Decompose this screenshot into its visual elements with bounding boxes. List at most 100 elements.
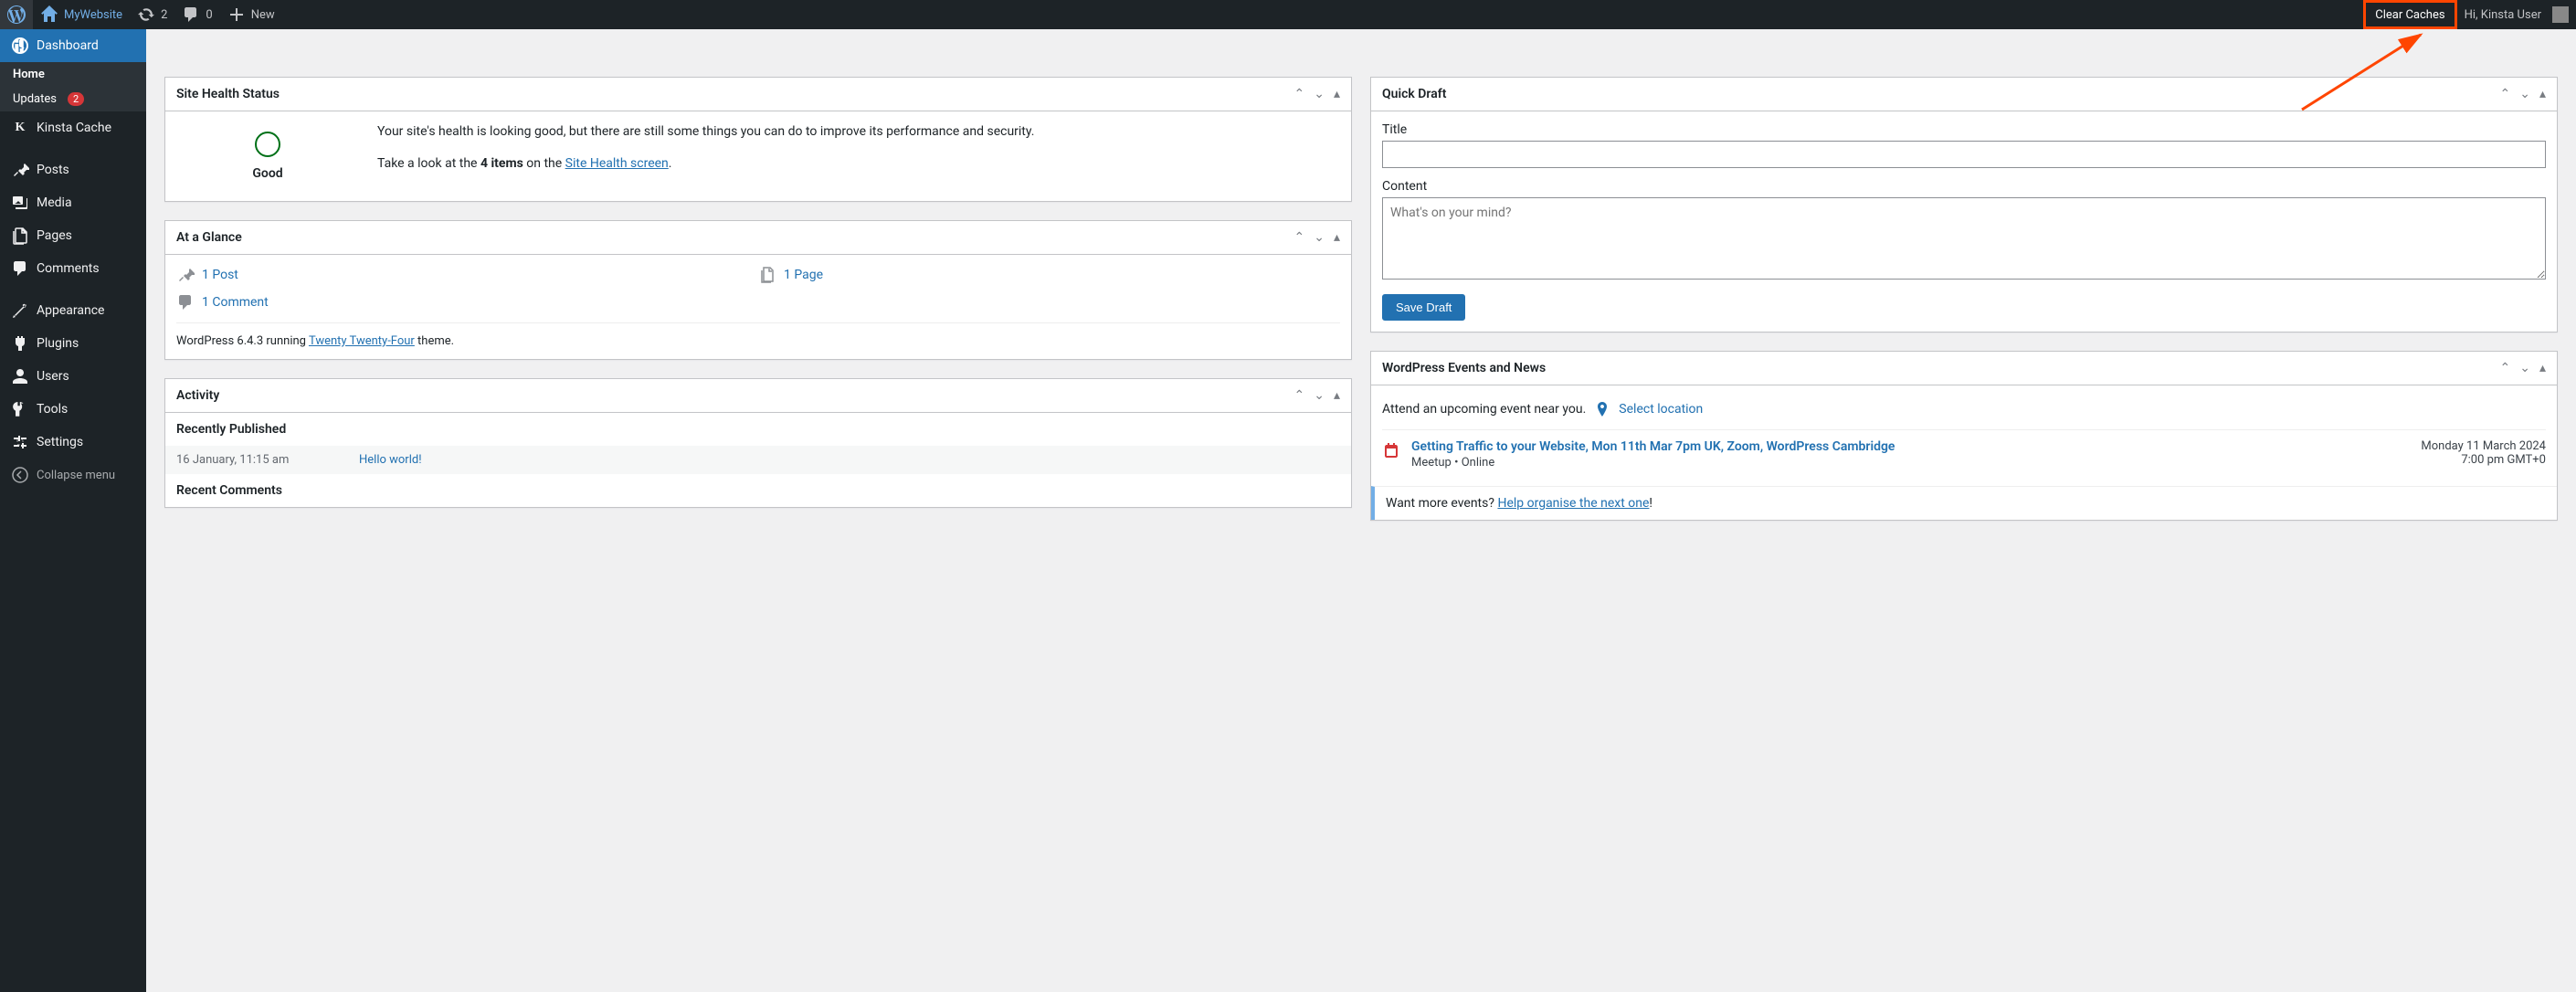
sidebar-item-appearance[interactable]: Appearance [0, 294, 146, 327]
sidebar-kinsta-label: Kinsta Cache [37, 121, 111, 135]
dashboard-submenu: Home Updates 2 [0, 62, 146, 111]
sidebar-pages-label: Pages [37, 228, 72, 243]
draft-content-label: Content [1382, 179, 2546, 194]
posts-count-link[interactable]: 1 Post [202, 268, 238, 282]
sidebar-item-home[interactable]: Home [0, 62, 146, 87]
chevron-down-icon[interactable]: ⌄ [1314, 230, 1325, 245]
admin-sidebar: Dashboard Home Updates 2 K Kinsta Cache … [0, 29, 146, 992]
chevron-up-icon[interactable]: ⌃ [2500, 87, 2511, 101]
sidebar-item-settings[interactable]: Settings [0, 426, 146, 459]
event-time: 7:00 pm GMT+0 [2421, 453, 2546, 467]
at-a-glance-widget: At a Glance ⌃ ⌄ ▴ 1 Post [164, 220, 1352, 360]
site-name-link[interactable]: MyWebsite [33, 0, 130, 29]
media-icon [11, 194, 29, 212]
activity-post-date: 16 January, 11:15 am [176, 453, 322, 467]
collapse-icon [11, 466, 29, 484]
chevron-down-icon[interactable]: ⌄ [1314, 388, 1325, 403]
comments-count: 0 [206, 8, 212, 22]
draft-title-label: Title [1382, 122, 2546, 137]
home-icon [40, 5, 58, 24]
chevron-up-icon[interactable]: ⌃ [2500, 361, 2511, 375]
my-account-link[interactable]: Hi, Kinsta User [2457, 0, 2576, 29]
chevron-up-icon[interactable]: ⌃ [1294, 230, 1305, 245]
sidebar-home-label: Home [13, 68, 45, 81]
new-label: New [251, 8, 275, 22]
activity-post-link[interactable]: Hello world! [359, 453, 422, 467]
chevron-up-icon[interactable]: ⌃ [1294, 87, 1305, 101]
plugins-icon [11, 334, 29, 353]
sidebar-posts-label: Posts [37, 163, 69, 177]
collapse-label: Collapse menu [37, 469, 115, 482]
sidebar-plugins-label: Plugins [37, 336, 79, 351]
appearance-icon [11, 301, 29, 320]
events-footer: Want more events? Help organise the next… [1371, 486, 2557, 520]
chevron-down-icon[interactable]: ⌄ [1314, 87, 1325, 101]
health-items-text: Take a look at the 4 items on the Site H… [377, 154, 1340, 174]
users-icon [11, 367, 29, 385]
chevron-down-icon[interactable]: ⌄ [2519, 361, 2530, 375]
dashboard-icon [11, 37, 29, 55]
sidebar-item-comments[interactable]: Comments [0, 252, 146, 285]
event-title-link[interactable]: Getting Traffic to your Website, Mon 11t… [1411, 439, 2410, 454]
new-content-link[interactable]: New [220, 0, 282, 29]
page-icon [758, 266, 776, 284]
site-health-screen-link[interactable]: Site Health screen [565, 156, 669, 171]
site-health-widget: Site Health Status ⌃ ⌄ ▴ Good Y [164, 77, 1352, 202]
save-draft-button[interactable]: Save Draft [1382, 294, 1465, 321]
clear-caches-button[interactable]: Clear Caches [2363, 0, 2456, 29]
recently-published-heading: Recently Published [165, 413, 1351, 446]
sidebar-item-kinsta-cache[interactable]: K Kinsta Cache [0, 111, 146, 144]
glance-footer: WordPress 6.4.3 running Twenty Twenty-Fo… [176, 322, 1340, 348]
draft-content-input[interactable] [1382, 197, 2546, 280]
updates-link[interactable]: 2 [130, 0, 174, 29]
sidebar-item-media[interactable]: Media [0, 186, 146, 219]
events-title: WordPress Events and News [1382, 361, 1546, 375]
theme-link[interactable]: Twenty Twenty-Four [309, 334, 415, 348]
triangle-up-icon[interactable]: ▴ [1334, 230, 1340, 245]
chevron-up-icon[interactable]: ⌃ [1294, 388, 1305, 403]
site-name-label: MyWebsite [64, 8, 122, 22]
main-content: Site Health Status ⌃ ⌄ ▴ Good Y [146, 29, 2576, 539]
collapse-menu-button[interactable]: Collapse menu [0, 459, 146, 491]
pages-icon [11, 227, 29, 245]
triangle-up-icon[interactable]: ▴ [1334, 87, 1340, 101]
triangle-up-icon[interactable]: ▴ [2539, 361, 2546, 375]
sidebar-item-dashboard[interactable]: Dashboard [0, 29, 146, 62]
recent-comments-heading: Recent Comments [165, 474, 1351, 507]
comments-count-link[interactable]: 1 Comment [202, 295, 269, 310]
draft-title-input[interactable] [1382, 141, 2546, 168]
events-widget: WordPress Events and News ⌃ ⌄ ▴ Attend a… [1370, 351, 2558, 521]
triangle-up-icon[interactable]: ▴ [2539, 87, 2546, 101]
sidebar-media-label: Media [37, 195, 72, 210]
sidebar-item-updates[interactable]: Updates 2 [0, 87, 146, 111]
clear-caches-label: Clear Caches [2375, 8, 2444, 22]
sidebar-item-tools[interactable]: Tools [0, 393, 146, 426]
sidebar-users-label: Users [37, 369, 69, 384]
avatar-icon [2552, 6, 2569, 23]
kinsta-icon: K [11, 119, 29, 137]
admin-bar: MyWebsite 2 0 New Clear Caches Hi, Kinst… [0, 0, 2576, 29]
sidebar-tools-label: Tools [37, 402, 68, 417]
quick-draft-widget: Quick Draft ⌃ ⌄ ▴ Title Content Save Dra… [1370, 77, 2558, 332]
activity-title: Activity [176, 388, 219, 403]
help-organise-link[interactable]: Help organise the next one [1497, 496, 1649, 511]
sidebar-settings-label: Settings [37, 435, 83, 449]
comment-icon [176, 293, 195, 311]
pages-count-link[interactable]: 1 Page [784, 268, 823, 282]
sidebar-item-pages[interactable]: Pages [0, 219, 146, 252]
calendar-icon [1382, 441, 1400, 459]
howdy-label: Hi, Kinsta User [2465, 8, 2541, 22]
location-icon[interactable] [1593, 400, 1611, 418]
sidebar-appearance-label: Appearance [37, 303, 104, 318]
sidebar-item-plugins[interactable]: Plugins [0, 327, 146, 360]
refresh-icon [137, 5, 155, 24]
sidebar-comments-label: Comments [37, 261, 100, 276]
wp-logo[interactable] [0, 0, 33, 29]
triangle-up-icon[interactable]: ▴ [1334, 388, 1340, 403]
comments-link[interactable]: 0 [174, 0, 219, 29]
sidebar-item-posts[interactable]: Posts [0, 153, 146, 186]
select-location-link[interactable]: Select location [1619, 402, 1703, 417]
sidebar-item-users[interactable]: Users [0, 360, 146, 393]
chevron-down-icon[interactable]: ⌄ [2519, 87, 2530, 101]
sidebar-dashboard-label: Dashboard [37, 38, 99, 53]
